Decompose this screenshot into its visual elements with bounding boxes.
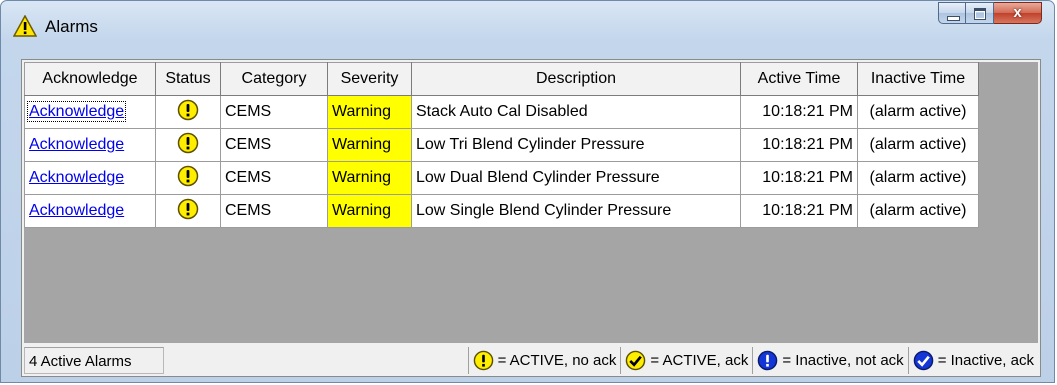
alarms-window: Alarms x Acknowledge Status Category Sev… — [0, 0, 1055, 383]
legend-label: = Inactive, ack — [937, 352, 1034, 369]
table-row[interactable]: Acknowledge CEMS Warning Stack Auto Cal … — [24, 95, 979, 129]
acknowledge-link[interactable]: Acknowledge — [29, 169, 124, 186]
column-header-description[interactable]: Description — [411, 62, 741, 96]
acknowledge-cell: Acknowledge — [24, 161, 156, 195]
status-cell — [155, 128, 221, 162]
alarms-panel: Acknowledge Status Category Severity Des… — [21, 59, 1041, 377]
legend-active-no-ack: = ACTIVE, no ack — [467, 347, 621, 374]
maximize-button[interactable] — [966, 2, 994, 24]
inactive-time-cell: (alarm active) — [857, 95, 979, 129]
category-cell: CEMS — [220, 194, 328, 228]
legend-inactive-not-ack: = Inactive, not ack — [752, 347, 907, 374]
severity-cell: Warning — [327, 161, 412, 195]
inactive-time-cell: (alarm active) — [857, 128, 979, 162]
table-row[interactable]: Acknowledge CEMS Warning Low Single Blen… — [24, 194, 979, 228]
active-time-cell: 10:18:21 PM — [740, 95, 858, 129]
active-no-ack-icon — [177, 165, 199, 186]
alarms-table: Acknowledge Status Category Severity Des… — [24, 62, 979, 228]
title-bar[interactable]: Alarms x — [1, 1, 1054, 45]
window-title: Alarms — [45, 17, 98, 36]
severity-cell: Warning — [327, 95, 412, 129]
alarms-grid[interactable]: Acknowledge Status Category Severity Des… — [24, 62, 1038, 343]
column-header-status[interactable]: Status — [155, 62, 221, 96]
inactive-time-cell: (alarm active) — [857, 161, 979, 195]
active-no-ack-icon — [177, 132, 199, 153]
minimize-icon — [947, 16, 960, 21]
severity-cell: Warning — [327, 194, 412, 228]
acknowledge-cell: Acknowledge — [24, 128, 156, 162]
active-ack-icon — [626, 350, 646, 371]
category-cell: CEMS — [220, 161, 328, 195]
description-cell: Low Single Blend Cylinder Pressure — [411, 194, 741, 228]
category-cell: CEMS — [220, 128, 328, 162]
column-header-category[interactable]: Category — [220, 62, 328, 96]
active-alarm-count: 4 Active Alarms — [24, 347, 164, 374]
column-header-inactive-time[interactable]: Inactive Time — [857, 62, 979, 96]
description-cell: Stack Auto Cal Disabled — [411, 95, 741, 129]
acknowledge-cell: Acknowledge — [24, 194, 156, 228]
acknowledge-link[interactable]: Acknowledge — [29, 202, 124, 219]
legend-active-ack: = ACTIVE, ack — [620, 347, 752, 374]
active-no-ack-icon — [177, 99, 199, 120]
status-bar: 4 Active Alarms = ACTIVE, no ack = ACTIV… — [24, 347, 1038, 374]
column-header-active-time[interactable]: Active Time — [740, 62, 858, 96]
severity-cell: Warning — [327, 128, 412, 162]
inactive-not-ack-icon — [758, 350, 778, 371]
inactive-ack-icon — [913, 350, 933, 371]
acknowledge-cell: Acknowledge — [24, 95, 156, 129]
active-time-cell: 10:18:21 PM — [740, 161, 858, 195]
header-row: Acknowledge Status Category Severity Des… — [24, 62, 979, 96]
status-cell — [155, 161, 221, 195]
column-header-acknowledge[interactable]: Acknowledge — [24, 62, 156, 96]
legend-label: = Inactive, not ack — [782, 352, 904, 369]
inactive-time-cell: (alarm active) — [857, 194, 979, 228]
acknowledge-link[interactable]: Acknowledge — [29, 136, 124, 153]
minimize-button[interactable] — [938, 2, 966, 24]
active-no-ack-icon — [473, 350, 493, 371]
category-cell: CEMS — [220, 95, 328, 129]
active-time-cell: 10:18:21 PM — [740, 194, 858, 228]
legend-label: = ACTIVE, ack — [650, 352, 749, 369]
legend-label: = ACTIVE, no ack — [497, 352, 617, 369]
active-time-cell: 10:18:21 PM — [740, 128, 858, 162]
legend-inactive-ack: = Inactive, ack — [907, 347, 1038, 374]
description-cell: Low Tri Blend Cylinder Pressure — [411, 128, 741, 162]
close-button[interactable]: x — [994, 2, 1042, 24]
description-cell: Low Dual Blend Cylinder Pressure — [411, 161, 741, 195]
table-row[interactable]: Acknowledge CEMS Warning Low Tri Blend C… — [24, 128, 979, 162]
warning-icon — [13, 15, 37, 37]
window-controls: x — [938, 2, 1042, 26]
column-header-severity[interactable]: Severity — [327, 62, 412, 96]
status-cell — [155, 194, 221, 228]
acknowledge-link[interactable]: Acknowledge — [26, 101, 127, 122]
status-cell — [155, 95, 221, 129]
maximize-icon — [974, 8, 986, 20]
table-row[interactable]: Acknowledge CEMS Warning Low Dual Blend … — [24, 161, 979, 195]
close-icon: x — [1013, 4, 1022, 21]
active-no-ack-icon — [177, 198, 199, 219]
